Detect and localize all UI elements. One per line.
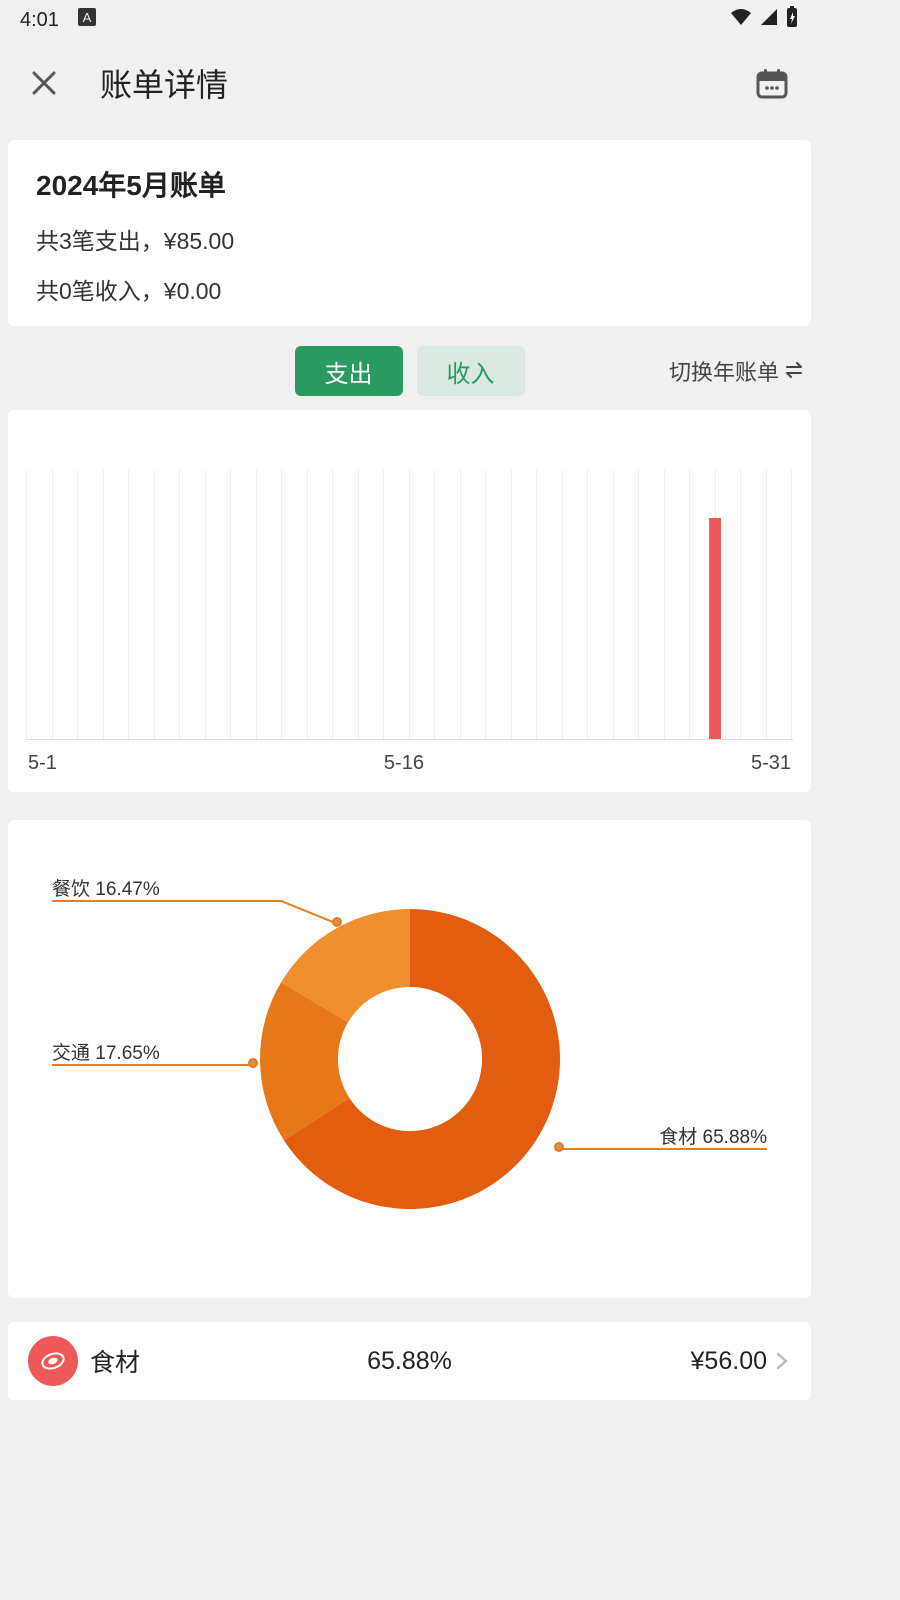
keyboard-icon: A — [77, 7, 97, 33]
bar-chart-card: 5-1 5-16 5-31 — [8, 410, 811, 792]
switch-year-label: 切换年账单 — [669, 355, 779, 387]
donut-chart-card: 餐饮 16.47% 交通 17.65% 食材 65.88% — [8, 820, 811, 1298]
category-name: 食材 — [90, 1343, 140, 1379]
status-bar: 4:01 A — [0, 0, 819, 40]
app-header: 账单详情 — [0, 40, 819, 126]
category-amount: ¥56.00 — [691, 1347, 767, 1376]
summary-expense: 共3笔支出，¥85.00 — [36, 222, 783, 256]
swap-icon — [785, 358, 805, 384]
summary-card: 2024年5月账单 共3笔支出，¥85.00 共0笔收入，¥0.00 — [8, 140, 811, 326]
chevron-right-icon — [773, 1352, 791, 1370]
tab-income[interactable]: 收入 — [417, 346, 525, 396]
switch-year-button[interactable]: 切换年账单 — [669, 355, 805, 387]
donut-label-dining: 餐饮 16.47% — [52, 874, 160, 901]
donut-dot — [554, 1142, 564, 1152]
toggle-row: 支出 收入 切换年账单 — [8, 344, 811, 398]
donut-label-ingredients: 食材 65.88% — [659, 1122, 767, 1149]
close-icon[interactable] — [30, 69, 58, 97]
svg-text:A: A — [83, 10, 92, 25]
battery-icon — [785, 6, 799, 34]
bar-xaxis: 5-1 5-16 5-31 — [26, 752, 793, 775]
wifi-icon — [729, 7, 753, 33]
donut-line — [52, 900, 282, 902]
calendar-icon[interactable] — [755, 66, 789, 100]
donut-label-transport: 交通 17.65% — [52, 1038, 160, 1065]
donut-dot — [248, 1058, 258, 1068]
donut-dot — [332, 917, 342, 927]
summary-income: 共0笔收入，¥0.00 — [36, 272, 783, 306]
bar-x-right: 5-31 — [751, 752, 791, 775]
bar-x-left: 5-1 — [28, 752, 57, 775]
page-title: 账单详情 — [100, 60, 755, 106]
tab-expense[interactable]: 支出 — [295, 346, 403, 396]
donut-line — [52, 1064, 252, 1066]
bar-chart — [26, 470, 793, 740]
category-percent: 65.88% — [367, 1347, 452, 1376]
donut-chart — [260, 909, 560, 1209]
bar-x-mid: 5-16 — [384, 752, 424, 775]
donut-line — [557, 1148, 767, 1150]
status-time: 4:01 — [20, 9, 59, 32]
meat-icon — [28, 1336, 78, 1386]
category-row-ingredients[interactable]: 食材 65.88% ¥56.00 — [8, 1322, 811, 1400]
summary-title: 2024年5月账单 — [36, 164, 783, 204]
signal-icon — [759, 7, 779, 33]
